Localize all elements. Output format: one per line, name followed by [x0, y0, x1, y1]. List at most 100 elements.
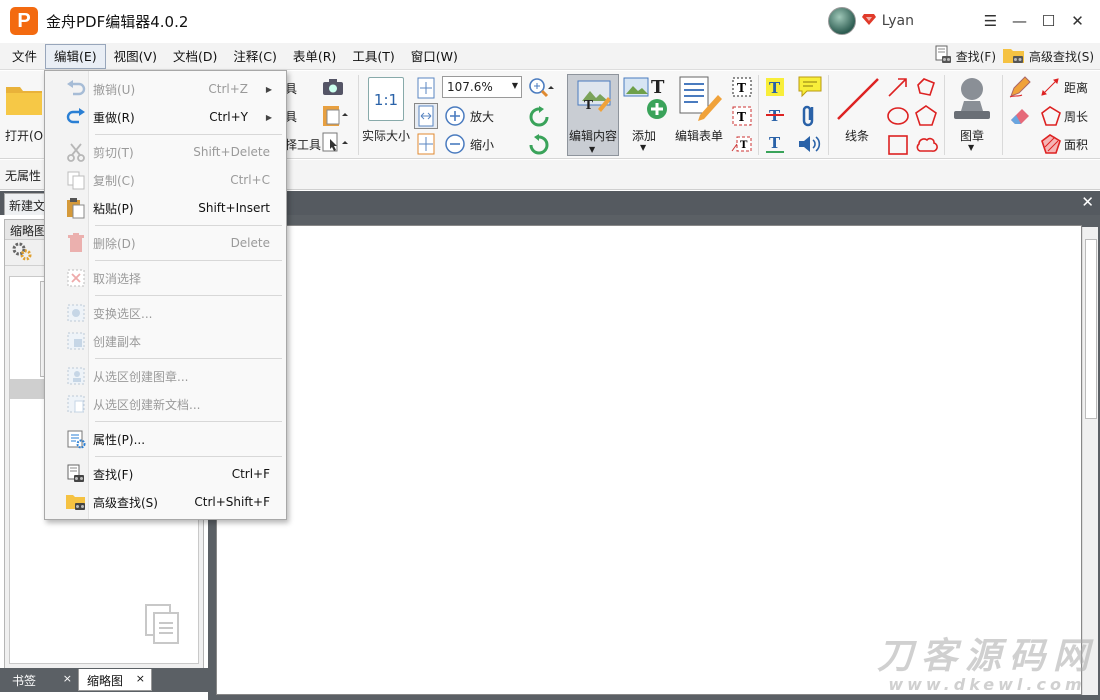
distance-label[interactable]: 距离: [1064, 79, 1088, 96]
eraser-icon[interactable]: [1008, 104, 1032, 131]
edit-form-icon[interactable]: [676, 75, 724, 124]
close-document-icon[interactable]: ✕: [1081, 193, 1094, 211]
svg-text:T: T: [740, 140, 748, 151]
highlight-text-icon[interactable]: T: [764, 76, 786, 101]
open-folder-icon[interactable]: [4, 79, 44, 122]
sound-icon[interactable]: [797, 133, 823, 158]
fit-visible-icon[interactable]: [416, 133, 436, 158]
user-avatar[interactable]: [827, 7, 856, 35]
find-menu-button[interactable]: 查找(F): [933, 45, 996, 68]
area-label[interactable]: 面积: [1064, 136, 1088, 153]
rotate-clockwise-icon[interactable]: [528, 106, 550, 131]
zoom-out-icon[interactable]: [444, 133, 466, 158]
line-tool-icon[interactable]: [834, 75, 882, 126]
window-menu-button[interactable]: ☰: [976, 0, 1005, 42]
perimeter-icon[interactable]: [1040, 105, 1062, 130]
menu-item-duplicate[interactable]: 创建副本: [47, 328, 284, 354]
area-icon[interactable]: [1040, 133, 1062, 158]
tab-bookmarks[interactable]: 书签 ×: [4, 669, 78, 691]
select-tool-icon[interactable]: [321, 131, 351, 158]
close-thumbnails-tab-icon[interactable]: ×: [136, 672, 145, 685]
menu-tools[interactable]: 工具(T): [344, 45, 402, 68]
arrow-shape-icon[interactable]: [886, 75, 910, 102]
watermark: 刀客源码网 www.dkewl.com: [874, 638, 1100, 694]
rectangle-shape-icon[interactable]: [886, 133, 910, 160]
menu-document[interactable]: 文档(D): [165, 45, 225, 68]
menu-file[interactable]: 文件: [4, 45, 45, 68]
fit-page-icon[interactable]: [416, 77, 436, 102]
polygon-line-icon[interactable]: [914, 75, 938, 102]
cloud-shape-icon[interactable]: [914, 133, 938, 160]
menu-item-advanced-find[interactable]: 高级查找(S) Ctrl+Shift+F: [47, 489, 284, 515]
menu-window[interactable]: 窗口(W): [403, 45, 466, 68]
menu-item-copy[interactable]: 复制(C) Ctrl+C: [47, 167, 284, 193]
perimeter-label[interactable]: 周长: [1064, 108, 1088, 125]
line-tool-label[interactable]: 线条: [845, 127, 869, 144]
advanced-find-menu-button[interactable]: 高级查找(S): [1002, 45, 1094, 68]
menu-item-deselect[interactable]: 取消选择: [47, 265, 284, 291]
underline-text-icon[interactable]: T: [764, 132, 786, 157]
menu-item-delete[interactable]: 删除(D) Delete: [47, 230, 284, 256]
document-page[interactable]: [216, 225, 1082, 695]
menu-form[interactable]: 表单(R): [285, 45, 344, 68]
rotate-counterclockwise-icon[interactable]: [528, 134, 550, 159]
clipboard-tool-icon[interactable]: [321, 103, 351, 130]
text-field-icon[interactable]: T: [731, 76, 753, 101]
open-button-label[interactable]: 打开(O): [5, 127, 48, 144]
ribbon-select-tool-label[interactable]: 择工具: [285, 136, 321, 153]
copy-icon: [65, 169, 87, 191]
actual-size-icon[interactable]: 1:1: [368, 77, 404, 121]
menu-item-transform-selection[interactable]: 变换选区...: [47, 300, 284, 326]
actual-size-label[interactable]: 实际大小: [362, 127, 410, 144]
watermark-title: 刀客源码网: [876, 636, 1097, 677]
pentagon-shape-icon[interactable]: [914, 104, 938, 131]
edit-form-label[interactable]: 编辑表单: [675, 127, 723, 144]
zoom-out-label[interactable]: 缩小: [470, 136, 494, 153]
tab-thumbnails-label: 缩略图: [87, 674, 124, 688]
tab-thumbnails[interactable]: 缩略图 ×: [78, 669, 152, 691]
stamp-label[interactable]: 图章: [960, 127, 984, 144]
empty-pages-icon: [144, 603, 186, 649]
distance-icon[interactable]: [1040, 77, 1060, 100]
close-button[interactable]: ✕: [1063, 0, 1092, 42]
minimize-button[interactable]: —: [1005, 0, 1034, 42]
magnifier-icon[interactable]: [527, 76, 555, 103]
menu-item-undo[interactable]: 撤销(U) Ctrl+Z ▶: [47, 76, 284, 102]
sticky-note-icon[interactable]: [797, 75, 823, 102]
zoom-in-label[interactable]: 放大: [470, 108, 494, 125]
edit-content-button[interactable]: T 编辑内容 ▼: [567, 74, 619, 156]
stamp-icon[interactable]: [950, 75, 994, 126]
menu-item-cut[interactable]: 剪切(T) Shift+Delete: [47, 139, 284, 165]
callout-text-icon[interactable]: T: [731, 133, 753, 158]
close-bookmarks-tab-icon[interactable]: ×: [63, 672, 72, 685]
menu-item-redo[interactable]: 重做(R) Ctrl+Y ▶: [47, 104, 284, 130]
menu-item-create-document[interactable]: 从选区创建新文档...: [47, 391, 284, 417]
menu-edit[interactable]: 编辑(E): [45, 43, 106, 69]
add-label[interactable]: 添加: [632, 127, 656, 144]
menu-view[interactable]: 视图(V): [106, 45, 165, 68]
menu-bar-search-area: 查找(F) 高级查找(S): [933, 43, 1094, 70]
menu-comment[interactable]: 注释(C): [225, 45, 284, 68]
menu-item-properties[interactable]: 属性(P)...: [47, 426, 284, 452]
attachment-icon[interactable]: [800, 103, 820, 132]
zoom-select[interactable]: 107.6% ▼: [442, 76, 522, 98]
menu-item-create-stamp[interactable]: 从选区创建图章...: [47, 363, 284, 389]
menu-item-find[interactable]: 查找(F) Ctrl+F: [47, 461, 284, 487]
maximize-button[interactable]: ☐: [1034, 0, 1063, 42]
gear-icon[interactable]: [11, 241, 33, 264]
camera-icon[interactable]: [321, 77, 345, 100]
vertical-scrollbar[interactable]: [1082, 227, 1098, 695]
pencil-icon[interactable]: [1008, 75, 1032, 102]
user-name[interactable]: Lyan: [882, 13, 914, 29]
ellipse-shape-icon[interactable]: [886, 104, 910, 131]
stamp-dropdown-icon[interactable]: ▼: [968, 143, 974, 152]
fit-width-icon[interactable]: [414, 103, 438, 129]
zoom-in-icon[interactable]: [444, 105, 466, 130]
add-content-icon[interactable]: T: [623, 75, 671, 124]
text-box-icon[interactable]: T: [731, 105, 753, 130]
deselect-label: 取消选择: [93, 271, 142, 286]
add-dropdown-icon[interactable]: ▼: [640, 143, 646, 152]
menu-item-paste[interactable]: 粘贴(P) Shift+Insert: [47, 195, 284, 221]
strikeout-text-icon[interactable]: T: [764, 104, 786, 129]
scrollbar-thumb[interactable]: [1085, 239, 1097, 419]
